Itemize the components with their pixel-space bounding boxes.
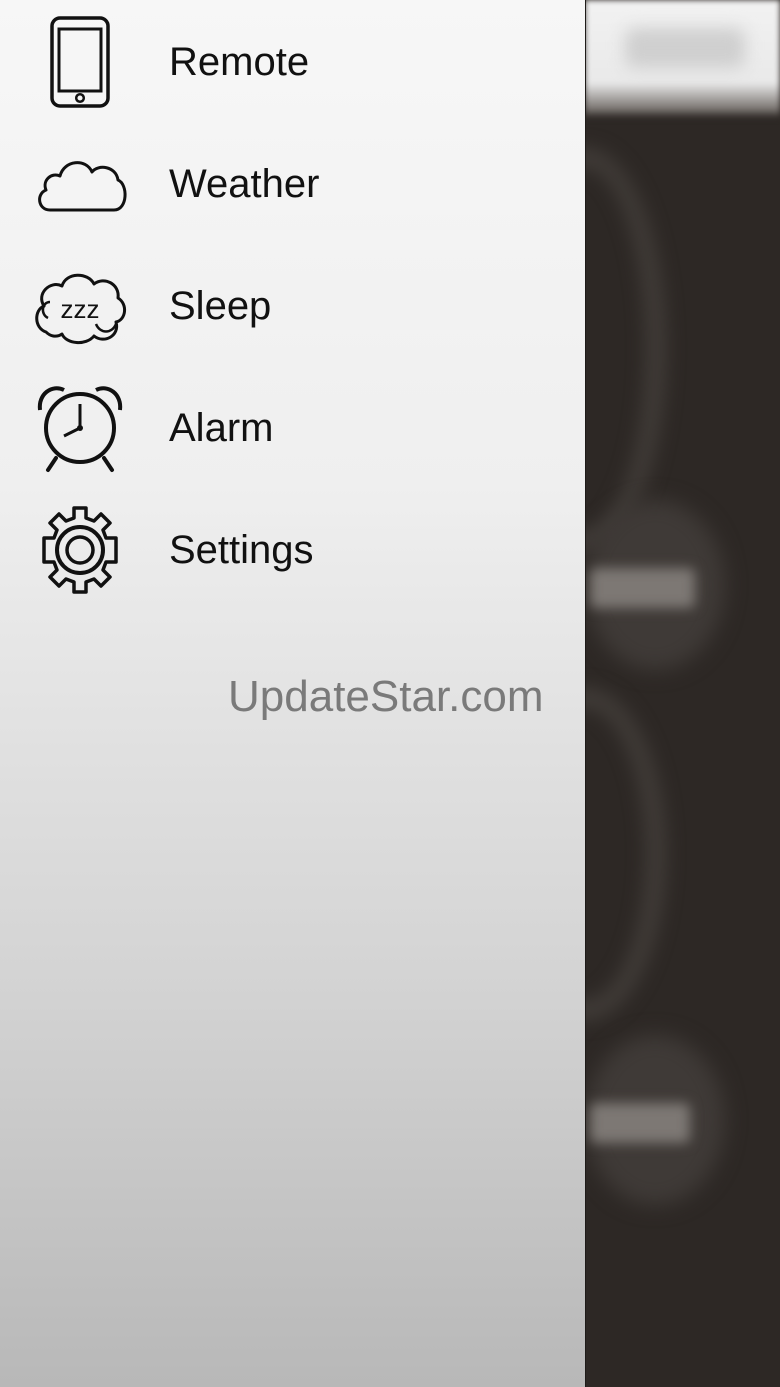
background-dial-1: [585, 150, 663, 548]
svg-text:zzz: zzz: [61, 294, 100, 324]
menu-item-settings[interactable]: Settings: [0, 488, 585, 610]
watermark-text: UpdateStar.com: [228, 672, 544, 721]
cloud-icon: [32, 136, 128, 232]
background-button-2-bar: [590, 1103, 690, 1143]
menu-item-remote[interactable]: Remote: [0, 0, 585, 122]
app-screen: Remote Weather zzz Sleep Alarm Settings …: [0, 0, 780, 1387]
phone-icon: [32, 14, 128, 110]
menu-item-label: Settings: [169, 528, 314, 572]
menu-item-label: Alarm: [169, 406, 274, 450]
background-app-content[interactable]: [585, 0, 780, 1387]
menu-item-label: Sleep: [169, 284, 272, 328]
background-header-blob: [625, 28, 745, 68]
alarm-clock-icon: [32, 380, 128, 476]
navigation-drawer: Remote Weather zzz Sleep Alarm Settings …: [0, 0, 586, 1387]
menu-item-label: Remote: [169, 40, 310, 84]
menu-item-sleep[interactable]: zzz Sleep: [0, 244, 585, 366]
gear-icon: [32, 502, 128, 598]
background-dial-2: [585, 690, 663, 1018]
menu-item-alarm[interactable]: Alarm: [0, 366, 585, 488]
menu-item-label: Weather: [169, 162, 320, 206]
menu-item-weather[interactable]: Weather: [0, 122, 585, 244]
background-button-1-bar: [590, 568, 695, 608]
sleep-zzz-icon: zzz: [32, 258, 128, 354]
